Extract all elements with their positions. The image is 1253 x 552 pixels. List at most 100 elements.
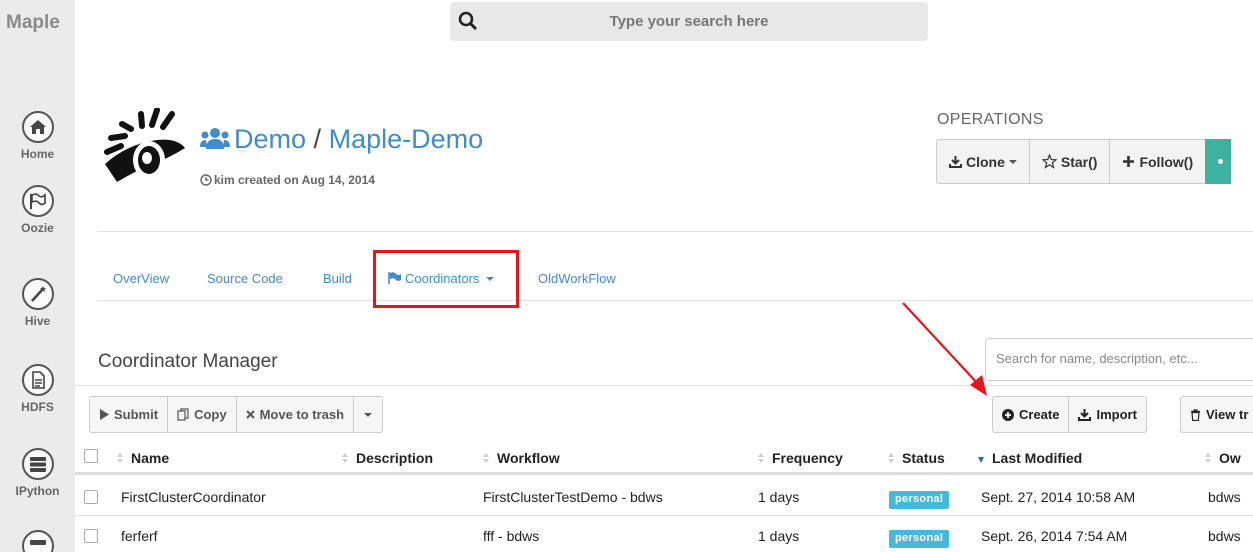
table-row[interactable]: FirstClusterCoordinator FirstClusterTest… xyxy=(75,478,1253,516)
cell-frequency: 1 days xyxy=(758,489,800,505)
sidebar-item-label: HDFS xyxy=(21,400,54,414)
filter-input[interactable]: Search for name, description, etc... xyxy=(985,338,1253,381)
sort-icon xyxy=(117,453,124,464)
global-search[interactable]: Type your search here xyxy=(450,2,928,41)
sort-icon xyxy=(483,453,490,464)
breadcrumb-separator: / xyxy=(313,124,322,154)
column-owner[interactable]: Ow xyxy=(1205,450,1241,466)
more-options-button[interactable] xyxy=(1205,139,1232,184)
operations-title: OPERATIONS xyxy=(937,111,1044,128)
import-button[interactable]: Import xyxy=(1068,396,1147,433)
star-icon xyxy=(1041,154,1057,169)
clone-label: Clone xyxy=(966,153,1005,170)
chevron-down-icon xyxy=(364,412,373,417)
column-frequency[interactable]: Frequency xyxy=(758,450,843,466)
tab-source-code[interactable]: Source Code xyxy=(207,271,283,286)
cell-owner: bdws xyxy=(1208,528,1241,544)
hdfs-file-icon xyxy=(31,371,45,389)
status-badge: personal xyxy=(889,491,950,509)
repo-link[interactable]: Maple-Demo xyxy=(329,124,484,154)
sidebar-item-label: IPython xyxy=(15,484,60,498)
tabs-divider xyxy=(97,300,1253,301)
trash-icon xyxy=(1191,408,1200,421)
sidebar-item-label: Oozie xyxy=(21,221,54,235)
page-title: Demo / Maple-Demo xyxy=(234,124,483,155)
sidebar-item-ipython[interactable]: IPython xyxy=(0,448,75,498)
search-placeholder: Type your search here xyxy=(609,13,769,30)
sidebar: Maple Home Oozie Hive HDFS IPython xyxy=(0,0,75,552)
home-icon xyxy=(29,120,46,134)
clock-icon xyxy=(200,174,212,186)
trash-label: Move to trash xyxy=(259,407,345,422)
table-row[interactable]: ferferf fff - bdws 1 days personal Sept.… xyxy=(75,517,1253,552)
create-label: Create xyxy=(1019,407,1060,422)
view-trash-button[interactable]: View tr xyxy=(1180,396,1253,433)
cell-last-modified: Sept. 26, 2014 7:54 AM xyxy=(981,528,1128,544)
tab-build[interactable]: Build xyxy=(323,271,352,286)
created-text: kim created on Aug 14, 2014 xyxy=(214,173,375,187)
select-all-checkbox[interactable] xyxy=(84,449,98,463)
divider xyxy=(97,231,1253,232)
follow-button[interactable]: Follow() xyxy=(1109,139,1207,184)
submit-button[interactable]: Submit xyxy=(89,396,169,433)
create-import-group: Create Import xyxy=(992,396,1147,433)
plus-icon xyxy=(1123,156,1135,167)
column-label: Name xyxy=(131,450,170,466)
column-last-modified[interactable]: Last Modified xyxy=(978,450,1082,466)
manager-divider xyxy=(75,385,1253,386)
column-label: Ow xyxy=(1219,450,1241,466)
column-status[interactable]: Status xyxy=(888,450,945,466)
sidebar-item-label: Home xyxy=(20,147,55,161)
maple-logo xyxy=(104,108,185,182)
hive-wand-icon xyxy=(30,286,46,302)
close-icon xyxy=(245,410,255,419)
cell-name[interactable]: FirstClusterCoordinator xyxy=(121,489,266,505)
play-icon xyxy=(100,409,109,420)
tab-overview[interactable]: OverView xyxy=(113,271,169,286)
sidebar-item-oozie[interactable]: Oozie xyxy=(0,185,75,235)
oozie-flag-icon xyxy=(29,193,46,209)
project-meta: kim created on Aug 14, 2014 xyxy=(200,173,375,187)
server-icon xyxy=(29,540,46,545)
column-workflow[interactable]: Workflow xyxy=(483,450,560,466)
operations-toolbar: Clone Star() Follow() xyxy=(936,139,1232,184)
row-checkbox[interactable] xyxy=(84,529,98,543)
sort-icon xyxy=(888,453,895,464)
clone-button[interactable]: Clone xyxy=(936,139,1030,184)
column-description[interactable]: Description xyxy=(342,450,433,466)
sort-icon xyxy=(342,453,349,464)
cell-owner: bdws xyxy=(1208,489,1241,505)
more-actions-dropdown[interactable] xyxy=(353,396,384,433)
column-label: Frequency xyxy=(772,450,843,466)
owner-link[interactable]: Demo xyxy=(234,124,306,154)
section-title: Coordinator Manager xyxy=(98,351,278,372)
table-header: Name Description Workflow Frequency Stat… xyxy=(75,441,1253,475)
bulk-actions: Submit Copy Move to trash xyxy=(89,396,384,433)
highlight-annotation xyxy=(373,250,519,308)
sidebar-item-home[interactable]: Home xyxy=(0,111,75,161)
view-trash-group: View tr xyxy=(1180,396,1253,433)
copy-icon xyxy=(177,408,189,421)
move-to-trash-button[interactable]: Move to trash xyxy=(235,396,355,433)
column-label: Workflow xyxy=(497,450,560,466)
cell-name[interactable]: ferferf xyxy=(121,528,158,544)
group-icon xyxy=(200,128,230,149)
copy-button[interactable]: Copy xyxy=(167,396,237,433)
row-checkbox[interactable] xyxy=(84,490,98,504)
create-button[interactable]: Create xyxy=(992,396,1070,433)
sidebar-item-hdfs[interactable]: HDFS xyxy=(0,364,75,414)
sidebar-item-hive[interactable]: Hive xyxy=(0,278,75,328)
cell-workflow[interactable]: fff - bdws xyxy=(483,528,539,544)
column-label: Last Modified xyxy=(992,450,1083,466)
cell-last-modified: Sept. 27, 2014 10:58 AM xyxy=(981,489,1136,505)
column-name[interactable]: Name xyxy=(117,450,169,466)
column-label: Description xyxy=(356,450,434,466)
sidebar-item-more[interactable] xyxy=(0,530,75,552)
star-button[interactable]: Star() xyxy=(1028,139,1111,184)
tab-oldworkflow[interactable]: OldWorkFlow xyxy=(538,271,616,286)
app-brand[interactable]: Maple xyxy=(6,12,60,34)
cell-workflow[interactable]: FirstClusterTestDemo - bdws xyxy=(483,489,663,505)
star-label: Star() xyxy=(1060,153,1098,170)
sidebar-item-label: Hive xyxy=(24,314,51,328)
cell-frequency: 1 days xyxy=(758,528,800,544)
